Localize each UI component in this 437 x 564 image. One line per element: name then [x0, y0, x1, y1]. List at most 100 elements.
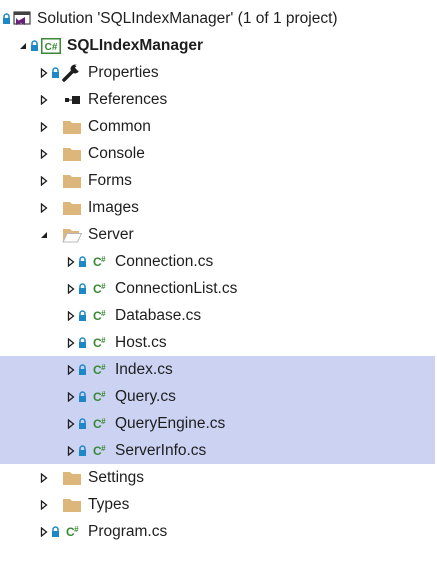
server-label: Server: [88, 226, 134, 243]
images-label: Images: [88, 199, 139, 216]
collapsed-arrow-icon[interactable]: [64, 309, 78, 323]
collapsed-arrow-icon[interactable]: [37, 93, 51, 107]
collapsed-arrow-icon[interactable]: [37, 66, 51, 80]
csharp-file-icon-letter: C: [92, 416, 102, 431]
lock-icon: [51, 66, 60, 80]
program-cs-label: Program.cs: [88, 523, 168, 540]
folder-icon: [62, 172, 82, 190]
references-icon: [62, 91, 82, 109]
folder-icon: [62, 469, 82, 487]
lock-icon: [78, 417, 87, 431]
csharp-file-icon-letter: C: [92, 254, 102, 269]
csharp-file-icon-letter: C: [65, 524, 75, 539]
project-node[interactable]: C# SQLIndexManager: [0, 32, 437, 59]
connectionlist-cs-label: ConnectionList.cs: [115, 280, 238, 297]
csharp-file-icon-sharp: #: [101, 335, 106, 345]
collapsed-arrow-icon[interactable]: [64, 336, 78, 350]
index-cs-label: Index.cs: [115, 361, 173, 378]
index-cs-node[interactable]: C# Index.cs: [0, 356, 435, 383]
csharp-file-icon-letter: C: [92, 362, 102, 377]
queryengine-cs-node[interactable]: C# QueryEngine.cs: [0, 410, 435, 437]
connection-cs-node[interactable]: C# Connection.cs: [0, 248, 437, 275]
query-cs-node[interactable]: C# Query.cs: [0, 383, 435, 410]
folder-icon: [62, 118, 82, 136]
collapsed-arrow-icon[interactable]: [37, 201, 51, 215]
references-label: References: [88, 91, 168, 108]
collapsed-arrow-icon[interactable]: [37, 471, 51, 485]
csharp-file-icon: C#: [89, 415, 109, 433]
csharp-file-icon-letter: C: [92, 389, 102, 404]
connection-cs-label: Connection.cs: [115, 253, 214, 270]
folder-icon: [62, 199, 82, 217]
settings-folder-node[interactable]: Settings: [0, 464, 437, 491]
serverinfo-cs-node[interactable]: C# ServerInfo.cs: [0, 437, 435, 464]
csharp-file-icon-letter: C: [92, 443, 102, 458]
common-folder-node[interactable]: Common: [0, 113, 437, 140]
csharp-file-icon-sharp: #: [101, 443, 106, 453]
images-folder-node[interactable]: Images: [0, 194, 437, 221]
lock-icon: [78, 336, 87, 350]
collapsed-arrow-icon[interactable]: [37, 174, 51, 188]
server-folder-node[interactable]: Server: [0, 221, 437, 248]
connectionlist-cs-node[interactable]: C# ConnectionList.cs: [0, 275, 437, 302]
collapsed-arrow-icon[interactable]: [64, 390, 78, 404]
collapsed-arrow-icon[interactable]: [37, 498, 51, 512]
collapsed-arrow-icon[interactable]: [37, 120, 51, 134]
types-folder-node[interactable]: Types: [0, 491, 437, 518]
csharp-file-icon: C#: [62, 523, 82, 541]
collapsed-arrow-icon[interactable]: [64, 255, 78, 269]
csharp-file-icon-sharp: #: [101, 308, 106, 318]
database-cs-label: Database.cs: [115, 307, 202, 324]
collapsed-arrow-icon[interactable]: [64, 282, 78, 296]
lock-icon: [78, 255, 87, 269]
svg-text:C#: C#: [45, 42, 58, 53]
host-cs-node[interactable]: C# Host.cs: [0, 329, 437, 356]
expanded-arrow-icon[interactable]: [37, 228, 51, 242]
csharp-file-icon-sharp: #: [101, 281, 106, 291]
csharp-file-icon: C#: [89, 442, 109, 460]
collapsed-arrow-icon[interactable]: [64, 417, 78, 431]
forms-label: Forms: [88, 172, 132, 189]
query-cs-label: Query.cs: [115, 388, 176, 405]
csharp-file-icon: C#: [89, 307, 109, 325]
csharp-file-icon: C#: [89, 280, 109, 298]
queryengine-cs-label: QueryEngine.cs: [115, 415, 226, 432]
csharp-file-icon-letter: C: [92, 281, 102, 296]
visual-studio-solution-icon: [13, 10, 31, 28]
csharp-file-icon-sharp: #: [74, 524, 79, 534]
csharp-file-icon: C#: [89, 361, 109, 379]
csharp-file-icon: C#: [89, 253, 109, 271]
console-label: Console: [88, 145, 145, 162]
lock-icon: [78, 390, 87, 404]
open-folder-icon: [62, 226, 82, 244]
expanded-arrow-icon[interactable]: [16, 39, 30, 53]
database-cs-node[interactable]: C# Database.cs: [0, 302, 437, 329]
solution-node[interactable]: Solution 'SQLIndexManager' (1 of 1 proje…: [0, 5, 437, 32]
properties-node[interactable]: Properties: [0, 59, 437, 86]
settings-label: Settings: [88, 469, 145, 486]
collapsed-arrow-icon[interactable]: [64, 363, 78, 377]
csharp-file-icon-sharp: #: [101, 416, 106, 426]
lock-icon: [78, 444, 87, 458]
wrench-icon: [62, 63, 82, 82]
references-node[interactable]: References: [0, 86, 437, 113]
csharp-file-icon-sharp: #: [101, 362, 106, 372]
csharp-file-icon-letter: C: [92, 308, 102, 323]
collapsed-arrow-icon[interactable]: [37, 147, 51, 161]
csharp-file-icon: C#: [89, 388, 109, 406]
solution-label: Solution 'SQLIndexManager' (1 of 1 proje…: [37, 10, 338, 27]
lock-icon: [78, 282, 87, 296]
lock-icon: [51, 525, 60, 539]
collapsed-arrow-icon[interactable]: [64, 444, 78, 458]
lock-icon: [78, 309, 87, 323]
csharp-file-icon-sharp: #: [101, 254, 106, 264]
csharp-file-icon: C#: [89, 334, 109, 352]
csharp-file-icon-sharp: #: [101, 389, 106, 399]
serverinfo-cs-label: ServerInfo.cs: [115, 442, 207, 459]
collapsed-arrow-icon[interactable]: [37, 525, 51, 539]
types-label: Types: [88, 496, 130, 513]
forms-folder-node[interactable]: Forms: [0, 167, 437, 194]
program-cs-node[interactable]: C# Program.cs: [0, 518, 437, 545]
properties-label: Properties: [88, 64, 159, 81]
console-folder-node[interactable]: Console: [0, 140, 437, 167]
